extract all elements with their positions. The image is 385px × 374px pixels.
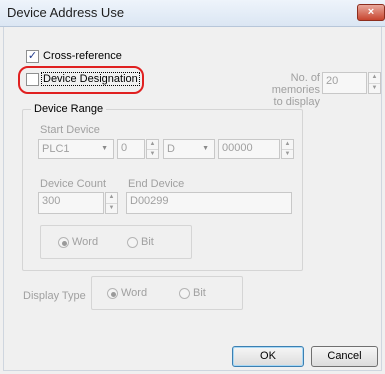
device-type-value: D xyxy=(167,143,175,155)
device-count-label: Device Count xyxy=(40,178,107,190)
spin-down-icon[interactable]: ▼ xyxy=(106,202,117,214)
range-word-radio[interactable] xyxy=(58,237,69,248)
display-word-radio[interactable] xyxy=(107,288,118,299)
plc-select[interactable]: PLC1 ▼ xyxy=(38,139,114,159)
station-value: 0 xyxy=(121,142,128,154)
memories-value: 20 xyxy=(326,75,339,87)
display-bit-radio[interactable] xyxy=(179,288,190,299)
device-range-label: Device Range xyxy=(31,103,107,115)
end-device-field: D00299 xyxy=(126,192,292,214)
window-title: Device Address Use xyxy=(7,5,125,20)
end-device-value: D00299 xyxy=(130,195,169,207)
cancel-button[interactable]: Cancel xyxy=(311,346,378,367)
display-word-label[interactable]: Word xyxy=(121,287,147,299)
chevron-down-icon: ▼ xyxy=(202,145,209,152)
range-word-label[interactable]: Word xyxy=(72,236,98,248)
memories-spinner[interactable]: ▲ ▼ xyxy=(368,72,381,94)
address-spinner[interactable]: ▲ ▼ xyxy=(281,139,294,159)
cross-reference-checkbox[interactable]: ✓ xyxy=(26,50,39,63)
station-spinner[interactable]: ▲ ▼ xyxy=(146,139,159,159)
memories-label-line2: to display xyxy=(273,96,320,108)
end-device-label: End Device xyxy=(128,178,185,190)
memories-label-line1: No. of memories xyxy=(271,72,320,96)
chevron-down-icon: ▼ xyxy=(101,145,108,152)
display-bit-label[interactable]: Bit xyxy=(193,287,206,299)
range-bit-radio[interactable] xyxy=(127,237,138,248)
checkmark-icon: ✓ xyxy=(27,50,38,62)
start-device-label: Start Device xyxy=(40,124,100,136)
station-input[interactable]: 0 xyxy=(117,139,145,159)
range-bit-label[interactable]: Bit xyxy=(141,236,154,248)
memories-input[interactable]: 20 xyxy=(322,72,367,94)
spin-down-icon[interactable]: ▼ xyxy=(282,148,293,159)
device-designation-checkbox[interactable] xyxy=(26,73,39,86)
device-count-spinner[interactable]: ▲ ▼ xyxy=(105,192,118,214)
close-icon: × xyxy=(367,6,375,18)
device-count-value: 300 xyxy=(42,195,61,207)
spin-up-icon[interactable]: ▲ xyxy=(106,193,117,203)
spin-down-icon[interactable]: ▼ xyxy=(369,82,380,94)
device-designation-label[interactable]: Device Designation xyxy=(41,72,140,86)
memories-label: No. of memories to display xyxy=(256,72,320,108)
address-value: 00000 xyxy=(222,142,253,154)
display-type-label: Display Type xyxy=(23,290,86,302)
spin-down-icon[interactable]: ▼ xyxy=(147,148,158,159)
ok-button[interactable]: OK xyxy=(232,346,304,367)
spin-up-icon[interactable]: ▲ xyxy=(282,140,293,149)
close-button[interactable]: × xyxy=(357,4,385,21)
plc-value: PLC1 xyxy=(42,143,70,155)
address-input[interactable]: 00000 xyxy=(218,139,280,159)
device-type-select[interactable]: D ▼ xyxy=(163,139,215,159)
cross-reference-label[interactable]: Cross-reference xyxy=(43,50,122,62)
spin-up-icon[interactable]: ▲ xyxy=(147,140,158,149)
spin-up-icon[interactable]: ▲ xyxy=(369,73,380,83)
device-count-input[interactable]: 300 xyxy=(38,192,104,214)
